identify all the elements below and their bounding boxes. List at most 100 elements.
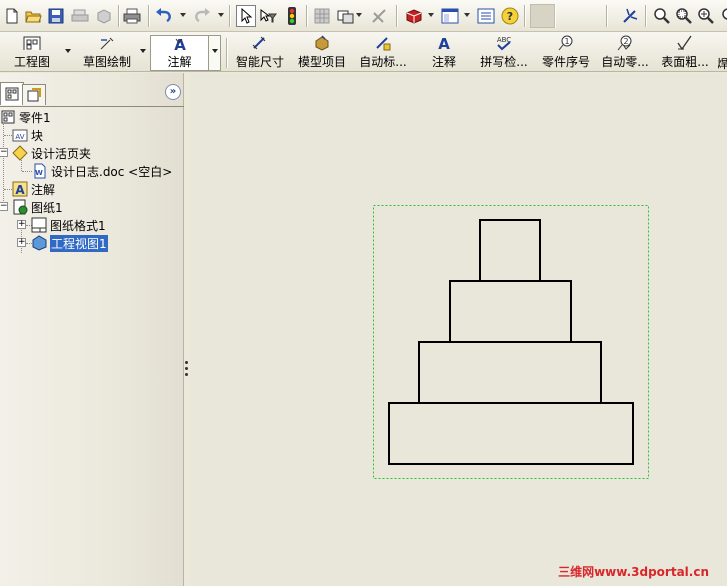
note-label: 注释 [431,55,456,69]
svg-text:2: 2 [623,37,628,46]
auto-balloon-icon: 2 [617,35,632,51]
tree-item-part[interactable]: 零件1 [0,108,51,126]
smart-dimension-icon [252,36,266,50]
standard-toolbar: ? [0,0,727,32]
note-icon: A [438,35,450,51]
collapse-panel-button[interactable]: » [165,84,181,100]
balloon-label: 零件序号 [541,55,590,69]
drawing-tab-label: 工程图 [13,55,50,69]
collapse-icon: » [169,86,177,97]
annotation-tab-dropdown[interactable] [209,35,221,71]
open-icon[interactable] [24,5,44,27]
view-orientation-icon[interactable] [620,5,640,27]
select-filter-icon[interactable] [258,5,278,27]
weld-symbol-button[interactable]: 焊 [718,35,727,71]
grid-icon[interactable] [312,5,332,27]
auto-balloon-button[interactable]: 2 自动零... [598,35,652,71]
zoom-area-icon[interactable] [674,5,694,27]
feature-tree: 零件1 AV 块 − 设计活页夹 W 设计日志.doc <空白> A 注解 − … [0,106,184,253]
tree-item-design-binder[interactable]: 设计活页夹 [12,144,91,162]
print-icon[interactable] [94,5,114,27]
expand-toggle[interactable]: − [0,202,8,211]
model-items-label: 模型项目 [297,55,346,69]
sketch-tab[interactable]: 草图绘制 [74,36,140,70]
tree-item-label: 设计活页夹 [31,146,92,161]
tree-item-sheet-format[interactable]: 图纸格式1 [31,216,106,234]
select-icon[interactable] [236,5,256,27]
tree-item-label: 设计日志.doc <空白> [51,164,173,179]
tree-item-label: 图纸1 [31,200,63,215]
note-button[interactable]: A 注释 [424,35,464,71]
drawing-view-icon [31,235,47,251]
surface-finish-button[interactable]: 表面粗... [656,35,714,71]
undo-icon[interactable] [154,5,174,27]
zoom-icon[interactable] [696,5,716,27]
expand-toggle[interactable]: − [0,148,8,157]
block-icon: AV [12,127,28,143]
tree-item-label: 图纸格式1 [50,218,106,233]
balloon-button[interactable]: 1 零件序号 [540,35,592,71]
traffic-light-icon[interactable] [282,5,302,27]
material-icon[interactable] [404,5,424,27]
balloon-icon: 1 [558,35,573,51]
expand-toggle[interactable]: + [17,238,26,247]
feature-tree-tab[interactable] [0,82,24,105]
zoom-all-icon[interactable] [716,5,727,27]
drawing-view[interactable] [190,73,727,586]
tier-3[interactable] [449,280,572,343]
autodimension-icon [376,37,391,51]
autodimension-button[interactable]: 自动标... [354,35,412,71]
annotation-tab[interactable]: A 注解 [150,35,209,71]
svg-text:W: W [35,169,43,177]
zoom-fit-icon[interactable] [652,5,672,27]
binder-icon [12,145,28,161]
rebuild-icon[interactable] [370,5,390,27]
svg-text:?: ? [507,10,513,23]
tree-item-label: 零件1 [19,110,51,125]
word-doc-icon: W [32,163,48,179]
tier-1[interactable] [388,402,634,465]
drawing-canvas[interactable]: 三维网www.3dportal.cn [190,73,727,586]
autodimension-label: 自动标... [359,55,407,69]
watermark-cn: 三维网 [558,565,595,579]
model-items-button[interactable]: 模型项目 [294,35,350,71]
tree-item-label: 工程视图1 [50,234,108,252]
tier-2[interactable] [418,341,602,404]
sheet-format-icon [31,217,47,233]
redo-icon[interactable] [192,5,212,27]
help-icon[interactable]: ? [500,5,520,27]
smart-dimension-label: 智能尺寸 [235,55,284,69]
properties-icon[interactable] [476,5,496,27]
save-icon[interactable] [46,5,66,27]
annotation-icon: A [174,36,186,50]
model-items-icon [315,35,329,51]
sketch-icon [100,37,114,50]
tree-item-design-journal[interactable]: W 设计日志.doc <空白> [32,162,172,180]
surface-finish-label: 表面粗... [661,55,709,69]
drawing-icon [23,36,41,50]
layer-icon[interactable] [336,5,356,27]
command-manager: 工程图 草图绘制 A 注解 智能尺寸 模型项目 自动标... A 注释 ABC … [0,32,727,72]
expand-toggle[interactable]: + [17,220,26,229]
tree-item-sheet[interactable]: 图纸1 [12,198,63,216]
printer-icon[interactable] [122,5,142,27]
weld-symbol-label: 焊 [718,57,727,71]
spell-check-icon: ABC [497,36,511,51]
annotations-icon: A [12,181,28,197]
drawing-tab[interactable]: 工程图 [2,36,62,70]
tree-item-blocks[interactable]: AV 块 [12,126,43,144]
svg-text:A: A [15,183,25,197]
print-preview-icon[interactable] [70,5,90,27]
svg-text:AV: AV [15,133,24,141]
feature-tree-icon [5,87,19,101]
sketch-tab-label: 草图绘制 [82,55,131,69]
smart-dimension-button[interactable]: 智能尺寸 [232,35,288,71]
tree-item-label: 块 [31,128,44,143]
tree-item-drawing-view[interactable]: 工程视图1 [31,234,108,252]
window-icon[interactable] [440,5,460,27]
tier-4[interactable] [479,219,541,282]
tree-item-annotations[interactable]: A 注解 [12,180,55,198]
spell-check-button[interactable]: ABC 拼写检... [474,35,534,71]
property-manager-tab[interactable] [22,84,46,105]
new-icon[interactable] [2,5,22,27]
